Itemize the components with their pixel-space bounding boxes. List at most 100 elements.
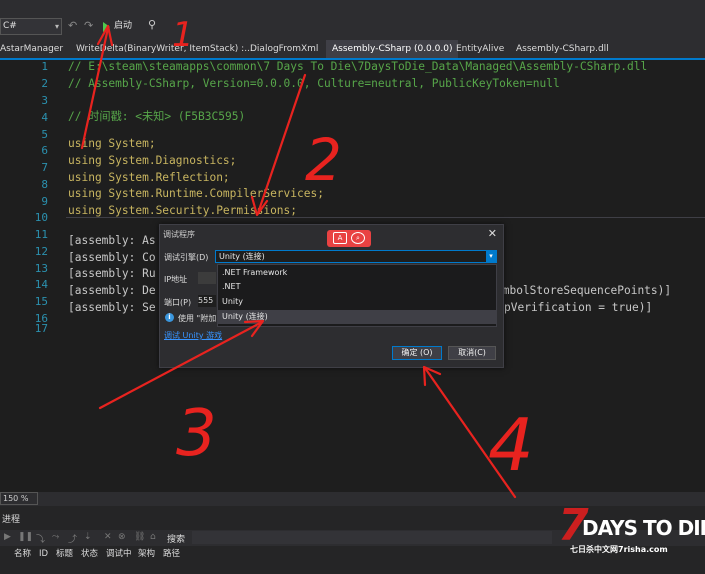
- detach-icon[interactable]: ✕: [104, 532, 112, 542]
- engine-dropdown-list: .NET Framework .NET Unity Unity (连接): [217, 264, 497, 327]
- zoom-dropdown[interactable]: 150 %: [0, 492, 38, 505]
- debug-engine-select[interactable]: Unity (连接) ▾: [215, 250, 497, 263]
- code-line-8: using System.Reflection;: [68, 171, 230, 184]
- code-line-9: using System.Runtime.CompilerServices;: [68, 187, 324, 200]
- code-line-4: // 时间戳: <未知> (F5B3C595): [68, 110, 246, 123]
- translate-icon[interactable]: A: [333, 232, 347, 244]
- tab-assembly-csharp-dll[interactable]: Assembly-CSharp.dll: [516, 40, 609, 58]
- cancel-button[interactable]: 取消(C): [448, 346, 496, 360]
- code-line-10: using System.Security.Permissions;: [68, 204, 297, 217]
- pause-icon[interactable]: ❚❚: [18, 532, 33, 542]
- column-header[interactable]: 架构: [138, 547, 155, 561]
- document-tabs: AstarManager WriteDelta(BinaryWriter, It…: [0, 40, 705, 60]
- zoom-value: 150 %: [3, 494, 29, 503]
- search-icon[interactable]: ⚲: [148, 18, 156, 31]
- ip-label: IP地址: [164, 275, 188, 284]
- line-number: 6: [41, 144, 48, 157]
- redo-icon[interactable]: ↷: [84, 19, 93, 33]
- chevron-down-icon: ▾: [54, 22, 59, 31]
- panel-search-input[interactable]: [192, 531, 552, 544]
- ok-button[interactable]: 确定 (O): [392, 346, 442, 360]
- line-number: 2: [41, 77, 48, 90]
- info-icon: i: [165, 313, 174, 322]
- logo-text: DAYS TO DIE: [582, 516, 705, 540]
- line-number: 1: [41, 60, 48, 73]
- code-line-13: [assembly: Co: [68, 251, 156, 264]
- keyword: using: [68, 137, 102, 150]
- code-line-15-tail: ymbolStoreSequencePoints)]: [496, 284, 672, 297]
- dialog-title: 调试程序: [163, 230, 195, 239]
- tab-entityalive[interactable]: EntityAlive: [456, 40, 504, 58]
- keyword: using: [68, 171, 102, 184]
- column-header[interactable]: ID: [39, 547, 48, 561]
- play-icon: [103, 21, 110, 32]
- main-toolbar: C# ▾ ↶ ↷ 启动 ⚲: [0, 0, 705, 40]
- tab-writedelta[interactable]: WriteDelta(BinaryWriter, ItemStack) :...: [76, 40, 253, 58]
- debug-unity-game-link[interactable]: 调试 Unity 游戏: [164, 330, 222, 341]
- option-unity[interactable]: Unity: [218, 295, 496, 309]
- attach-icon[interactable]: ⌂: [150, 532, 156, 542]
- code-line-12: [assembly: As: [68, 234, 156, 247]
- tab-assembly-csharp[interactable]: Assembly-CSharp (0.0.0.0): [326, 40, 459, 58]
- column-header[interactable]: 调试中: [106, 547, 132, 561]
- search-icon[interactable]: ⌕: [351, 232, 365, 244]
- start-label: 启动: [114, 21, 133, 31]
- option-net-framework[interactable]: .NET Framework: [218, 266, 496, 280]
- line-number: 7: [41, 161, 48, 174]
- line-number: 11: [34, 228, 48, 241]
- line-number: 9: [41, 195, 48, 208]
- code-line-14: [assembly: Ru: [68, 267, 156, 280]
- current-line-highlight: [66, 217, 705, 218]
- column-header[interactable]: 路径: [163, 547, 180, 561]
- step-out-icon[interactable]: ⤴: [68, 532, 77, 545]
- keyword: using: [68, 204, 102, 217]
- line-number: 8: [41, 178, 48, 191]
- engine-value: Unity (连接): [219, 252, 265, 261]
- info-text: 使用 "附加: [178, 314, 217, 323]
- start-debug-button[interactable]: 启动: [103, 19, 132, 34]
- terminate-icon[interactable]: ⊗: [118, 532, 126, 542]
- option-unity-attach[interactable]: Unity (连接): [218, 310, 496, 324]
- code-line-7: using System.Diagnostics;: [68, 154, 236, 167]
- code-line-1: // E:\steam\steamapps\common\7 Days To D…: [68, 60, 648, 73]
- namespace: System.Runtime.CompilerServices;: [101, 187, 324, 200]
- column-header[interactable]: 名称: [14, 547, 31, 561]
- line-number: 12: [34, 245, 48, 258]
- link-icon[interactable]: ⛓: [134, 532, 145, 542]
- language-dropdown[interactable]: C# ▾: [0, 18, 62, 35]
- option-net[interactable]: .NET: [218, 280, 496, 294]
- line-number: 3: [41, 94, 48, 107]
- undo-icon[interactable]: ↶: [68, 19, 77, 33]
- step-over-icon[interactable]: ⤳: [52, 532, 59, 542]
- namespace: System.Reflection;: [101, 171, 230, 184]
- line-number: 5: [41, 128, 48, 141]
- port-label: 端口(P): [164, 298, 192, 307]
- translate-toolbar[interactable]: A ⌕: [327, 230, 371, 247]
- line-number: 10: [34, 211, 48, 224]
- panel-search-label: 搜索: [167, 535, 186, 545]
- namespace: System.Security.Permissions;: [101, 204, 298, 217]
- line-number: 4: [41, 111, 48, 124]
- close-icon[interactable]: ✕: [488, 227, 497, 240]
- port-field[interactable]: 555: [198, 295, 216, 307]
- code-line-6: using System;: [68, 137, 156, 150]
- 7dtd-watermark-logo: 7 DAYS TO DIE 七日杀中文网7risha.com: [556, 500, 705, 574]
- line-number: 17: [34, 322, 48, 335]
- chevron-down-icon[interactable]: ▾: [486, 251, 496, 262]
- column-header[interactable]: 状态: [81, 547, 98, 561]
- step-icon[interactable]: ⤵: [36, 532, 45, 545]
- line-number: 13: [34, 262, 48, 275]
- ip-address-field[interactable]: [198, 272, 216, 284]
- panel-title: 进程: [2, 515, 21, 525]
- tab-dialogfromxml[interactable]: DialogFromXml: [250, 40, 318, 58]
- line-number: 14: [34, 278, 48, 291]
- keyword: using: [68, 187, 102, 200]
- code-line-15: [assembly: De: [68, 284, 156, 297]
- column-header[interactable]: 标题: [56, 547, 73, 561]
- tab-astarmanager[interactable]: AstarManager: [0, 40, 63, 58]
- keyword: using: [68, 154, 102, 167]
- step-into-icon[interactable]: ⇣: [84, 532, 92, 542]
- engine-label: 调试引擎(D): [164, 253, 209, 262]
- namespace: System.Diagnostics;: [101, 154, 237, 167]
- continue-icon[interactable]: ▶: [4, 532, 11, 542]
